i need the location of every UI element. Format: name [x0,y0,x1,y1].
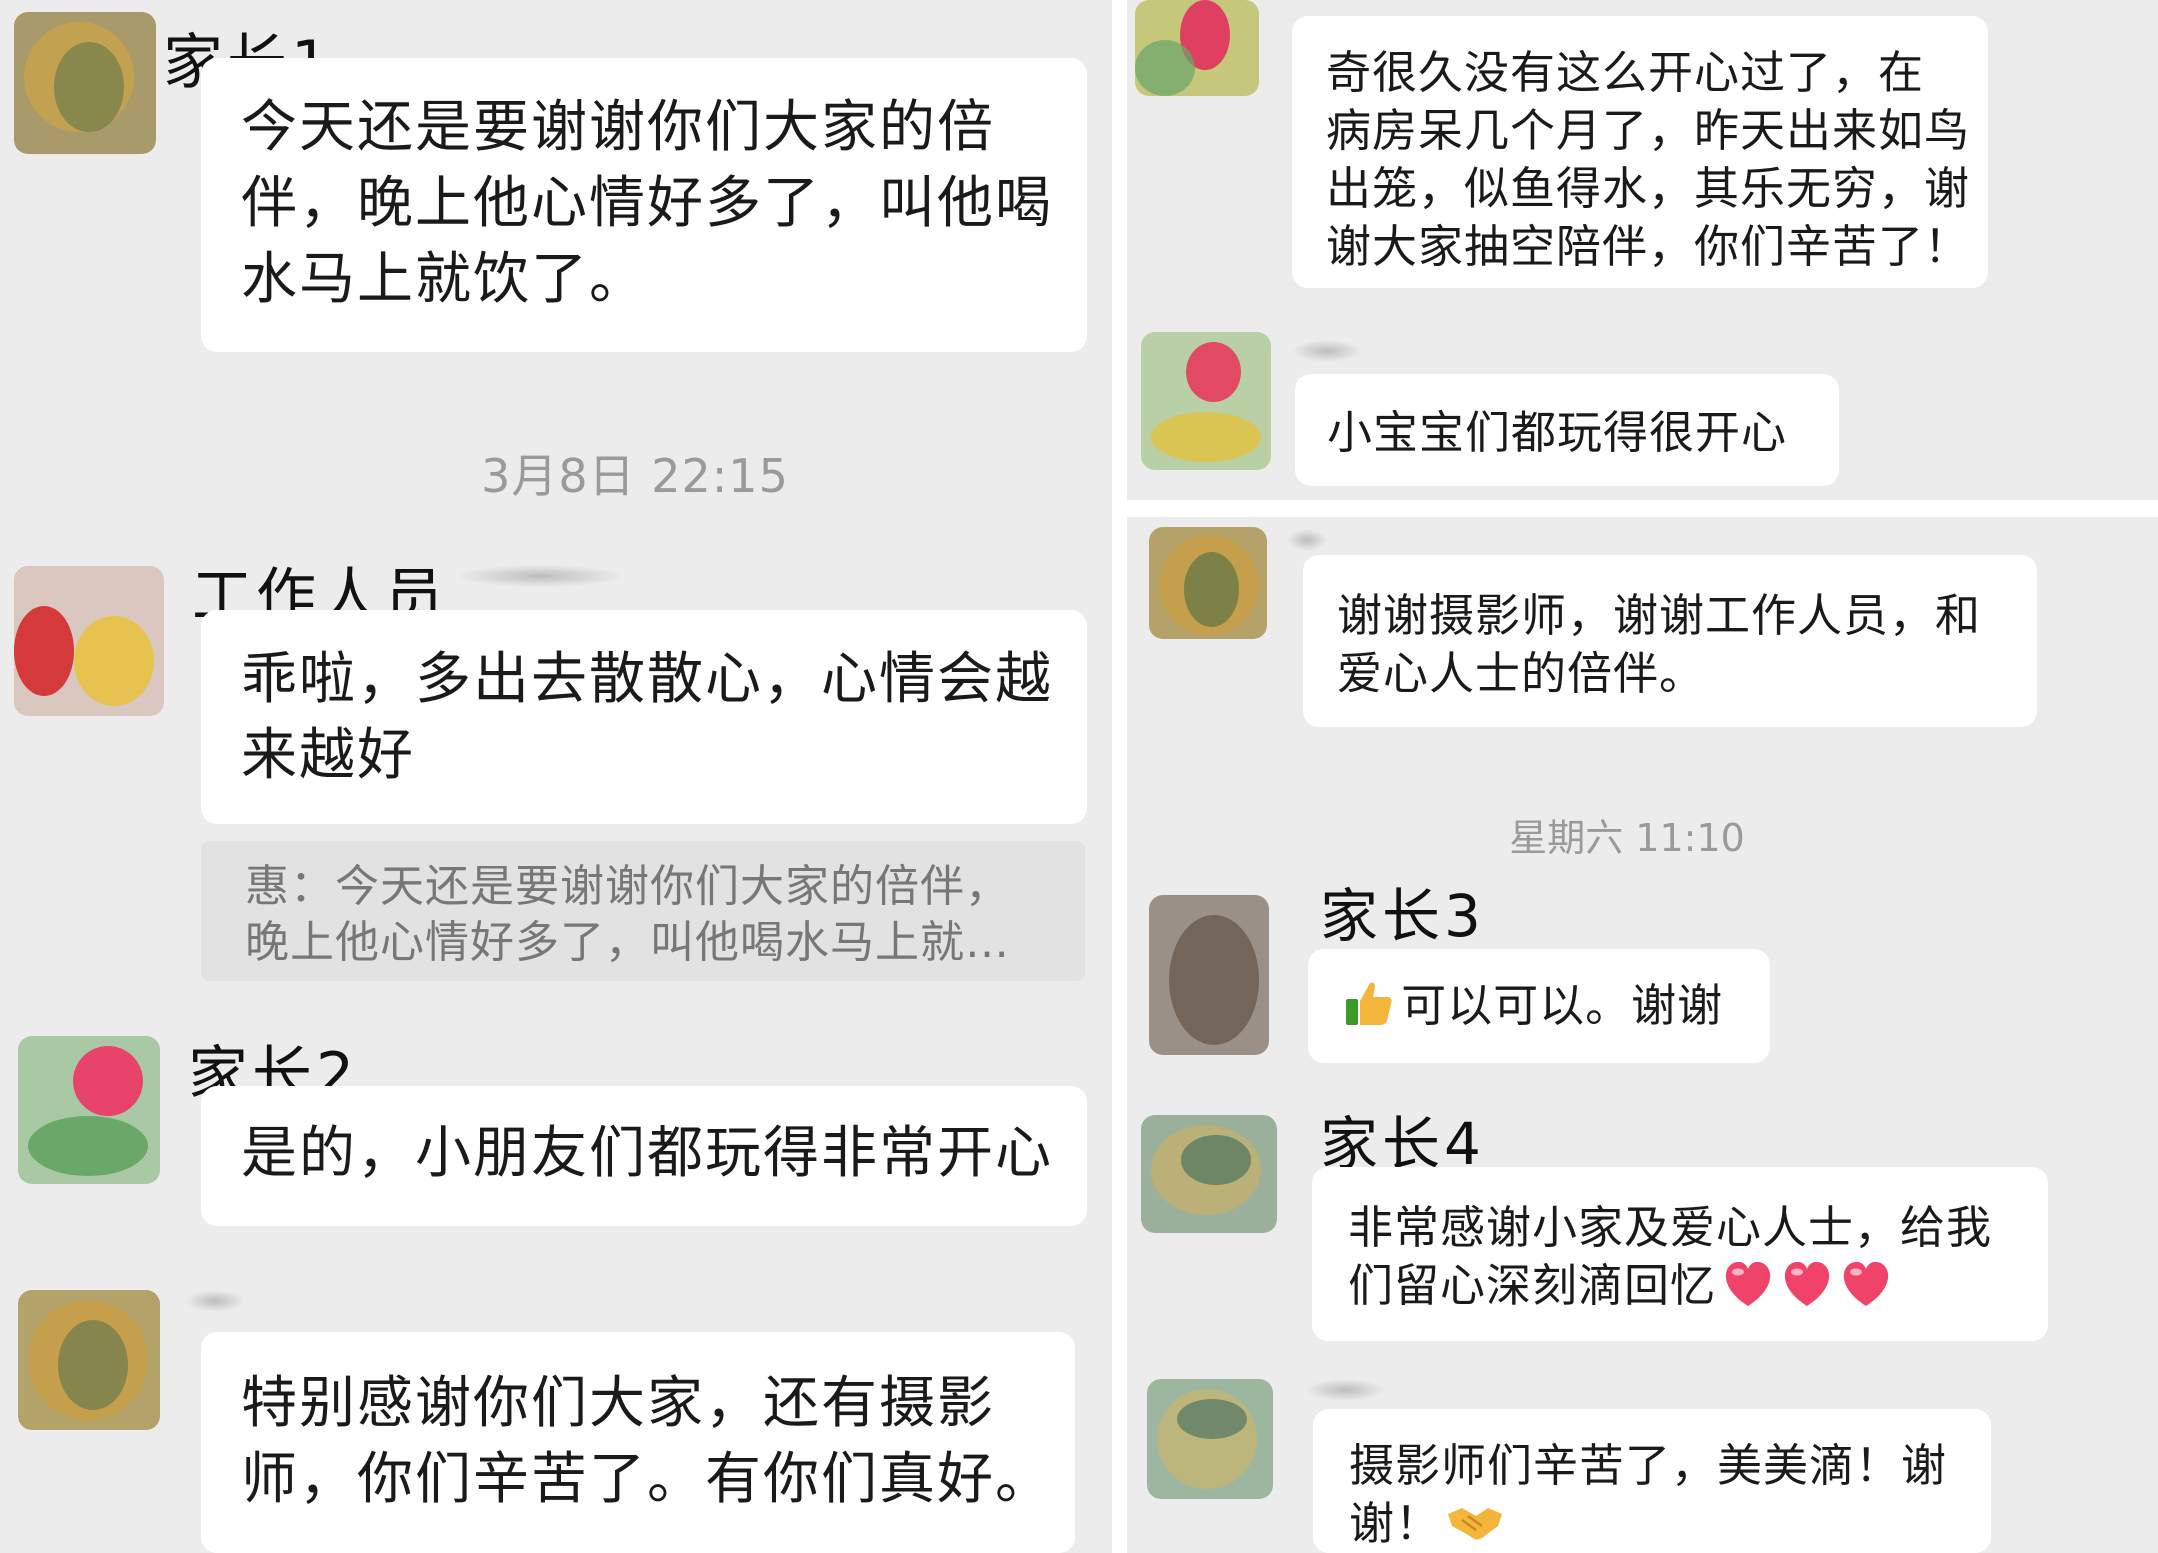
message-text: 们留心深刻滴回忆 [1348,1259,1717,1312]
chat-panel-right-bottom[interactable]: 谢谢摄影师，谢谢工作人员，和 爱心人士的倍伴。 星期六 11:10 家长3 可以… [1127,517,2158,1553]
avatar[interactable] [1147,1379,1273,1499]
message-text: 今天还是要谢谢你们大家的倍 伴，晚上他心情好多了，叫他喝 水马上就饮了。 [241,95,1053,312]
message-bubble[interactable]: 摄影师们辛苦了，美美滴！谢 谢！ [1313,1409,1991,1553]
sender-name-blurred [1305,1379,1385,1401]
avatar[interactable] [14,12,156,154]
avatar[interactable] [1135,0,1259,96]
message-text: 小宝宝们都玩得很开心 [1327,406,1788,459]
message-text: 摄影师们辛苦了，美美滴！谢 [1349,1439,1948,1492]
message-bubble[interactable]: 奇很久没有这么开心过了，在 病房呆几个月了，昨天出来如鸟 出笼，似鱼得水，其乐无… [1292,16,1988,288]
sender-name-blurred [1287,529,1327,551]
message-bubble[interactable]: 可以可以。谢谢 [1308,949,1770,1063]
avatar[interactable] [1141,332,1271,470]
timestamp: 星期六 11:10 [1509,816,1745,860]
chat-panel-right-top[interactable]: 奇很久没有这么开心过了，在 病房呆几个月了，昨天出来如鸟 出笼，似鱼得水，其乐无… [1127,0,2158,500]
quoted-text: 惠：今天还是要谢谢你们大家的倍伴， 晚上他心情好多了，叫他喝水马上就… [245,861,1010,968]
sender-name-blurred [185,1290,245,1312]
message-bubble[interactable]: 是的，小朋友们都玩得非常开心 [201,1086,1087,1226]
avatar[interactable] [18,1290,160,1430]
heart-icon [1721,1259,1775,1313]
sender-label: 家长3 [1320,882,1485,950]
chat-panel-left[interactable]: 家长1 今天还是要谢谢你们大家的倍 伴，晚上他心情好多了，叫他喝 水马上就饮了。… [0,0,1112,1553]
heart-icon [1780,1259,1834,1313]
avatar[interactable] [1149,527,1267,639]
avatar[interactable] [1141,1115,1277,1233]
sender-name-blurred [455,565,625,587]
sender-name-blurred [1292,340,1362,362]
message-text: 乖啦，多出去散散心，心情会越 来越好 [241,647,1053,788]
timestamp: 3月8日 22:15 [481,449,789,503]
panel-divider [1127,500,2158,517]
thumbs-up-icon [1342,977,1396,1035]
avatar[interactable] [1149,895,1269,1055]
message-text: 谢！ [1349,1497,1442,1550]
panel-divider [1112,0,1127,1553]
message-bubble[interactable]: 非常感谢小家及爱心人士，给我 们留心深刻滴回忆 [1312,1167,2048,1341]
message-text: 特别感谢你们大家，还有摄影 师，你们辛苦了。有你们真好。 [241,1371,1053,1512]
message-bubble[interactable]: 小宝宝们都玩得很开心 [1295,374,1839,486]
avatar[interactable] [18,1036,160,1184]
message-bubble[interactable]: 谢谢摄影师，谢谢工作人员，和 爱心人士的倍伴。 [1303,555,2037,727]
message-text: 可以可以。谢谢 [1401,979,1724,1032]
message-bubble[interactable]: 特别感谢你们大家，还有摄影 师，你们辛苦了。有你们真好。 [201,1332,1075,1553]
message-text: 是的，小朋友们都玩得非常开心 [241,1121,1053,1186]
message-text: 奇很久没有这么开心过了，在 病房呆几个月了，昨天出来如鸟 出笼，似鱼得水，其乐无… [1326,46,1971,273]
message-bubble[interactable]: 今天还是要谢谢你们大家的倍 伴，晚上他心情好多了，叫他喝 水马上就饮了。 [201,58,1087,352]
message-bubble[interactable]: 乖啦，多出去散散心，心情会越 来越好 [201,610,1087,824]
avatar[interactable] [14,566,164,716]
message-text: 非常感谢小家及爱心人士，给我 [1348,1201,1993,1254]
handshake-icon [1446,1500,1504,1548]
quoted-message[interactable]: 惠：今天还是要谢谢你们大家的倍伴， 晚上他心情好多了，叫他喝水马上就… [201,841,1085,981]
heart-icon [1839,1259,1893,1313]
message-text: 谢谢摄影师，谢谢工作人员，和 爱心人士的倍伴。 [1337,589,1982,700]
